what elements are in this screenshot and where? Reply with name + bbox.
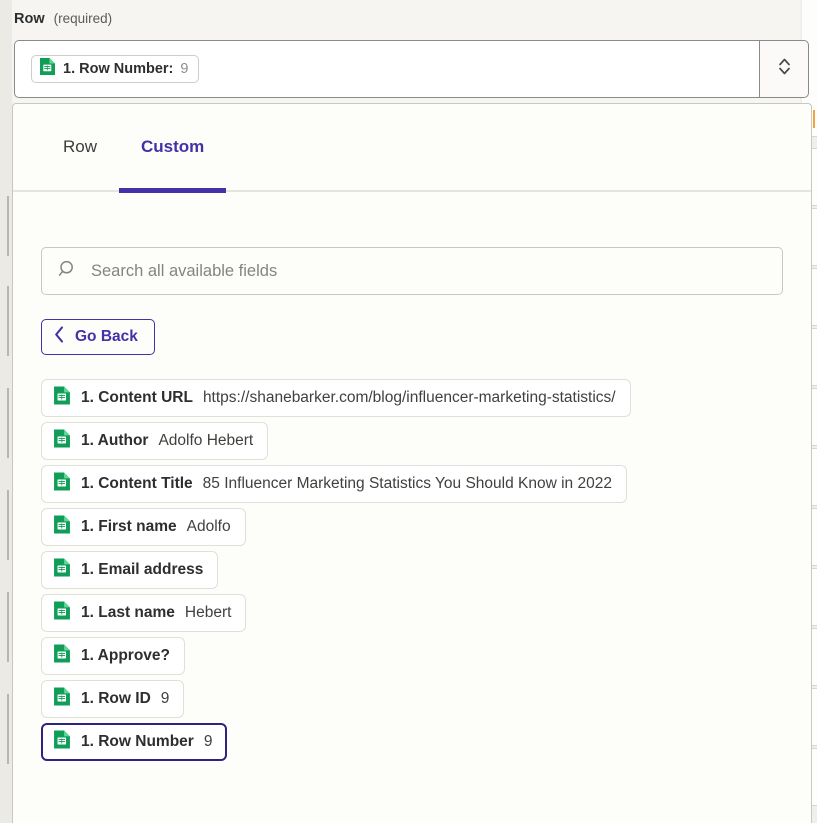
background-left-divider	[7, 286, 9, 356]
field-item-label: 1. Approve?	[81, 647, 170, 665]
row-field-input-wrap: 1. Row Number: 9	[14, 40, 809, 98]
google-sheets-icon	[53, 471, 71, 497]
field-list-item[interactable]: 1. Row ID 9	[41, 680, 184, 718]
field-picker-dropdown: Row Custom Go Back 1. Content URLht	[12, 103, 812, 823]
search-input[interactable]	[89, 261, 766, 282]
field-label-row: Row (required)	[14, 11, 112, 27]
field-list-item[interactable]: 1. Author Adolfo Hebert	[41, 422, 268, 460]
field-item-value: 9	[204, 733, 213, 751]
google-sheets-icon	[53, 686, 71, 712]
field-item-value: 85 Influencer Marketing Statistics You S…	[203, 475, 612, 493]
field-item-label: 1. Row ID	[81, 690, 151, 708]
google-sheets-icon	[53, 643, 71, 669]
google-sheets-icon	[39, 57, 56, 81]
google-sheets-icon	[53, 600, 71, 626]
up-down-chevron-icon	[777, 55, 792, 83]
field-item-label: 1. Last name	[81, 604, 175, 622]
available-fields-list: 1. Content URL https://shanebarker.com/bl…	[41, 379, 783, 761]
background-left-divider	[7, 196, 9, 256]
google-sheets-icon	[53, 428, 71, 454]
field-list-item[interactable]: 1. First name Adolfo	[41, 508, 246, 546]
dropdown-body: Go Back 1. Content URL https://shanebarke…	[13, 247, 811, 761]
google-sheets-icon	[53, 385, 71, 411]
field-item-label: 1. Content URL	[81, 389, 193, 407]
chip-label: 1. Row Number:	[63, 61, 173, 77]
google-sheets-icon	[53, 729, 71, 755]
field-item-value: 9	[161, 690, 170, 708]
field-required-note: (required)	[54, 11, 113, 26]
field-item-value: Adolfo	[187, 518, 231, 536]
google-sheets-icon	[53, 557, 71, 583]
chevron-left-icon	[54, 326, 65, 348]
background-left-rail	[0, 0, 12, 823]
row-field-input[interactable]: 1. Row Number: 9	[14, 40, 759, 98]
chip-value: 9	[180, 61, 188, 77]
stepper-button[interactable]	[759, 40, 809, 98]
tab-custom[interactable]: Custom	[119, 103, 226, 191]
field-list-item[interactable]: 1. Email address	[41, 551, 218, 589]
background-left-divider	[7, 592, 9, 662]
field-item-label: 1. Content Title	[81, 475, 193, 493]
selected-field-chip[interactable]: 1. Row Number: 9	[31, 55, 199, 83]
tab-custom-label: Custom	[141, 137, 204, 157]
field-item-value: https://shanebarker.com/blog/influencer-…	[203, 389, 616, 407]
go-back-button[interactable]: Go Back	[41, 319, 155, 355]
background-left-divider	[7, 694, 9, 764]
background-left-divider	[7, 490, 9, 560]
search-icon	[58, 259, 77, 283]
field-item-label: 1. Email address	[81, 561, 203, 579]
field-item-value: Hebert	[185, 604, 232, 622]
field-item-label: 1. Row Number	[81, 733, 194, 751]
background-left-divider	[7, 388, 9, 458]
field-item-value: Adolfo Hebert	[158, 432, 253, 450]
field-label: Row	[14, 11, 45, 27]
field-list-item[interactable]: 1. Content URL https://shanebarker.com/bl…	[41, 379, 631, 417]
tab-row-label: Row	[63, 137, 97, 157]
tab-row[interactable]: Row	[41, 103, 119, 191]
field-item-label: 1. First name	[81, 518, 177, 536]
go-back-label: Go Back	[75, 328, 138, 346]
field-list-item[interactable]: 1. Approve?	[41, 637, 185, 675]
field-list-item[interactable]: 1. Content Title 85 Influencer Marketing …	[41, 465, 627, 503]
google-sheets-icon	[53, 514, 71, 540]
search-field-wrap[interactable]	[41, 247, 783, 295]
field-list-item[interactable]: 1. Last name Hebert	[41, 594, 246, 632]
field-item-label: 1. Author	[81, 432, 148, 450]
dropdown-tabs: Row Custom	[13, 104, 811, 192]
field-list-item[interactable]: 1. Row Number 9	[41, 723, 227, 761]
